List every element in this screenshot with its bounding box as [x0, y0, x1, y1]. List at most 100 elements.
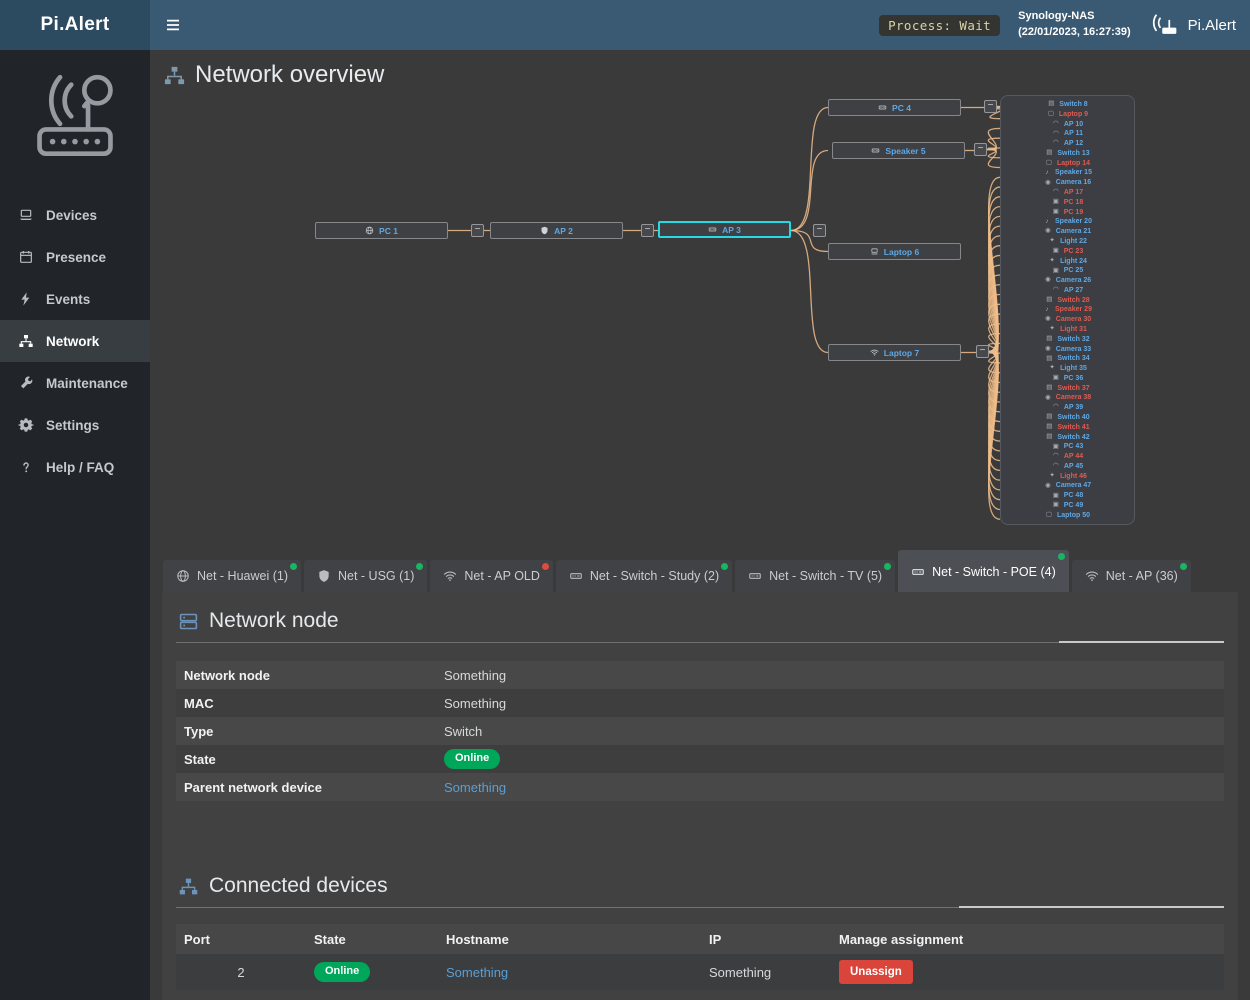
- cluster-device[interactable]: ✦Light 35: [1009, 365, 1126, 372]
- switch-icon: [569, 569, 583, 583]
- cluster-device[interactable]: ◉Camera 16: [1009, 179, 1126, 186]
- cluster-device[interactable]: ◉Camera 21: [1009, 228, 1126, 235]
- ap-icon: ◠: [1052, 463, 1060, 470]
- navbar-right: Process: Wait Synology-NAS (22/01/2023, …: [879, 0, 1250, 50]
- cluster-device[interactable]: ▢Laptop 50: [1009, 512, 1126, 519]
- page-title: Network overview: [163, 60, 1250, 90]
- cluster-device[interactable]: ◉Camera 33: [1009, 346, 1126, 353]
- cluster-device[interactable]: ▢Laptop 14: [1009, 160, 1126, 167]
- pc-icon: ▣: [1052, 209, 1060, 216]
- parent-device-link[interactable]: Something: [444, 780, 506, 795]
- status-dot-green: [416, 563, 423, 570]
- cluster-device[interactable]: ▤Switch 37: [1009, 385, 1126, 392]
- sidebar-item-devices[interactable]: Devices: [0, 194, 150, 236]
- cluster-device[interactable]: ▣PC 43: [1009, 443, 1126, 450]
- cluster-device[interactable]: ▣PC 25: [1009, 267, 1126, 274]
- cluster-device[interactable]: ▤Switch 8: [1009, 101, 1126, 108]
- cluster-device[interactable]: ▣PC 48: [1009, 492, 1126, 499]
- hamburger-button[interactable]: [150, 0, 196, 50]
- net-node-pc-1[interactable]: PC 1: [315, 222, 448, 239]
- node-info-row: TypeSwitch: [176, 717, 1224, 745]
- cluster-device[interactable]: ✦Light 24: [1009, 258, 1126, 265]
- cluster-device[interactable]: ▤Switch 34: [1009, 355, 1126, 362]
- collapse-toggle[interactable]: −: [976, 345, 989, 358]
- sidebar-item-maintenance[interactable]: Maintenance: [0, 362, 150, 404]
- cluster-device[interactable]: ◠AP 44: [1009, 453, 1126, 460]
- cluster-device-label: PC 36: [1064, 375, 1083, 382]
- collapse-toggle[interactable]: −: [471, 224, 484, 237]
- field-label: Network node: [184, 668, 444, 683]
- cluster-device[interactable]: ◉Camera 26: [1009, 277, 1126, 284]
- cluster-device[interactable]: ◉Camera 30: [1009, 316, 1126, 323]
- field-value: Something: [444, 696, 1216, 711]
- net-node-laptop-7[interactable]: Laptop 7: [828, 344, 961, 361]
- cluster-device[interactable]: ♪Speaker 29: [1009, 306, 1126, 313]
- tab-label: Net - Switch - TV (5): [769, 569, 882, 583]
- column-header-state: State: [306, 932, 438, 947]
- cluster-device[interactable]: ▣PC 23: [1009, 248, 1126, 255]
- net-node-pc-4[interactable]: PC 4: [828, 99, 961, 116]
- sidebar-item-label: Devices: [46, 208, 97, 223]
- tab-net-ap-36[interactable]: Net - AP (36): [1072, 560, 1191, 592]
- cluster-device[interactable]: ▣PC 49: [1009, 502, 1126, 509]
- app-logo[interactable]: Pi.Alert: [0, 0, 150, 50]
- cluster-device[interactable]: ◠AP 27: [1009, 287, 1126, 294]
- online-badge: Online: [444, 749, 500, 768]
- net-node-ap-2[interactable]: AP 2: [490, 222, 623, 239]
- net-node-ap-3[interactable]: AP 3: [658, 221, 791, 238]
- gear-icon: [18, 417, 34, 433]
- cluster-device[interactable]: ✦Light 22: [1009, 238, 1126, 245]
- tab-net-switch-tv-5[interactable]: Net - Switch - TV (5): [735, 560, 895, 592]
- cluster-device[interactable]: ♪Speaker 20: [1009, 218, 1126, 225]
- tab-label: Net - AP OLD: [464, 569, 540, 583]
- cluster-device[interactable]: ✦Light 31: [1009, 326, 1126, 333]
- cluster-device[interactable]: ◉Camera 38: [1009, 394, 1126, 401]
- camera-icon: ◉: [1044, 277, 1052, 284]
- cluster-device[interactable]: ◠AP 11: [1009, 130, 1126, 137]
- sidebar-item-settings[interactable]: Settings: [0, 404, 150, 446]
- cluster-device[interactable]: ▤Switch 42: [1009, 434, 1126, 441]
- sidebar-item-network[interactable]: Network: [0, 320, 150, 362]
- cluster-device[interactable]: ◉Camera 47: [1009, 482, 1126, 489]
- cluster-device[interactable]: ▤Switch 41: [1009, 424, 1126, 431]
- cluster-device[interactable]: ◠AP 10: [1009, 121, 1126, 128]
- collapse-toggle[interactable]: −: [813, 224, 826, 237]
- node-info-table: Network nodeSomethingMACSomethingTypeSwi…: [176, 661, 1224, 801]
- collapse-toggle[interactable]: −: [641, 224, 654, 237]
- cluster-device[interactable]: ▢Laptop 9: [1009, 111, 1126, 118]
- sidebar-item-label: Help / FAQ: [46, 460, 114, 475]
- tab-net-usg-1[interactable]: Net - USG (1): [304, 560, 427, 592]
- tab-net-ap-old[interactable]: Net - AP OLD: [430, 560, 553, 592]
- cluster-device[interactable]: ◠AP 45: [1009, 463, 1126, 470]
- hostname-link[interactable]: Something: [446, 965, 508, 980]
- sitemap-icon: [18, 333, 34, 349]
- network-node-title: Network node: [178, 606, 1224, 636]
- column-header-manage-assignment: Manage assignment: [831, 932, 1224, 947]
- cluster-device[interactable]: ♪Speaker 15: [1009, 169, 1126, 176]
- net-node-laptop-6[interactable]: Laptop 6: [828, 243, 961, 260]
- cluster-device[interactable]: ▣PC 19: [1009, 209, 1126, 216]
- cluster-device[interactable]: ✦Light 46: [1009, 473, 1126, 480]
- tab-net-switch-poe-4[interactable]: Net - Switch - POE (4): [898, 550, 1069, 592]
- cluster-device[interactable]: ▤Switch 28: [1009, 297, 1126, 304]
- sidebar-item-presence[interactable]: Presence: [0, 236, 150, 278]
- ap-icon: ◠: [1052, 131, 1060, 138]
- collapse-toggle[interactable]: −: [974, 143, 987, 156]
- field-value: Online: [444, 749, 1216, 768]
- cluster-device[interactable]: ▤Switch 40: [1009, 414, 1126, 421]
- tab-net-huawei-1[interactable]: Net - Huawei (1): [163, 560, 301, 592]
- cluster-device[interactable]: ▤Switch 32: [1009, 336, 1126, 343]
- cluster-device[interactable]: ◠AP 17: [1009, 189, 1126, 196]
- cluster-device[interactable]: ◠AP 12: [1009, 140, 1126, 147]
- cluster-device[interactable]: ◠AP 39: [1009, 404, 1126, 411]
- cluster-device[interactable]: ▣PC 36: [1009, 375, 1126, 382]
- sidebar-item-events[interactable]: Events: [0, 278, 150, 320]
- tab-net-switch-study-2[interactable]: Net - Switch - Study (2): [556, 560, 732, 592]
- cluster-device[interactable]: ▣PC 18: [1009, 199, 1126, 206]
- cluster-device[interactable]: ▤Switch 13: [1009, 150, 1126, 157]
- section-title-text: Network node: [209, 609, 339, 633]
- net-node-speaker-5[interactable]: Speaker 5: [832, 142, 965, 159]
- collapse-toggle[interactable]: −: [984, 100, 997, 113]
- sidebar-item-help-faq[interactable]: Help / FAQ: [0, 446, 150, 488]
- unassign-button[interactable]: Unassign: [839, 960, 913, 984]
